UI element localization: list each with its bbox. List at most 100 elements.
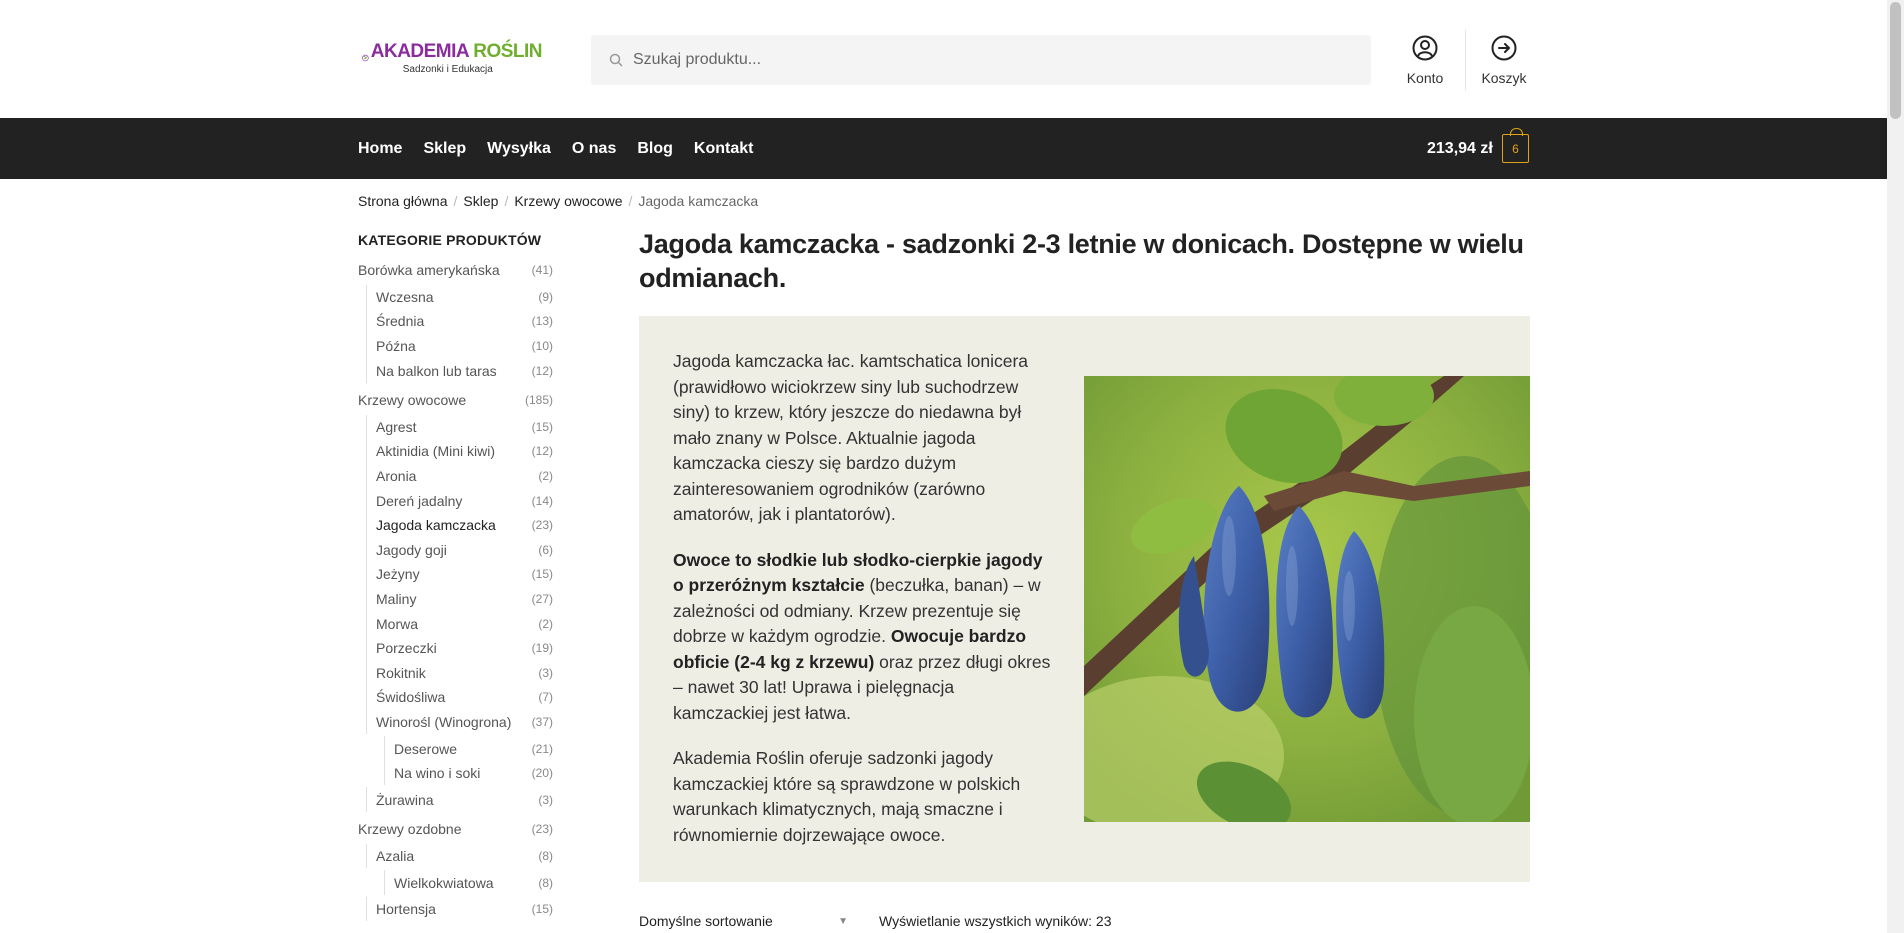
logo-subtitle: Sadzonki i Edukacja: [402, 64, 493, 75]
category-item[interactable]: Aronia (2): [358, 463, 553, 489]
category-name[interactable]: Wczesna: [376, 289, 434, 305]
tree-line: [366, 685, 367, 710]
description-paragraph-1: Jagoda kamczacka łac. kamtschatica lonic…: [673, 351, 1029, 524]
cart-total[interactable]: 213,94 zł: [1427, 118, 1493, 179]
category-item[interactable]: Na balkon lub taras (12): [358, 358, 553, 383]
breadcrumb-separator: /: [504, 193, 509, 209]
result-count: Wyświetlanie wszystkich wyników: 23: [879, 913, 1112, 929]
category-item[interactable]: Jagoda kamczacka (23): [358, 512, 553, 538]
category-name[interactable]: Krzewy ozdobne: [358, 821, 462, 837]
account-link[interactable]: Konto: [1393, 34, 1457, 86]
category-item[interactable]: Krzewy owocowe (185): [358, 388, 553, 413]
breadcrumb-home[interactable]: Strona główna: [358, 193, 448, 209]
search-bar[interactable]: [591, 35, 1371, 85]
category-name[interactable]: Żurawina: [376, 792, 434, 808]
page-scrollbar[interactable]: [1887, 0, 1904, 933]
category-count: (9): [538, 289, 553, 304]
tree-line: [366, 896, 367, 922]
category-name[interactable]: Maliny: [376, 591, 416, 607]
nav-blog[interactable]: Blog: [637, 140, 673, 158]
product-categories-sidebar: KATEGORIE PRODUKTÓW Borówka amerykańska (…: [358, 232, 553, 922]
category-count: (14): [531, 493, 553, 508]
nav-about[interactable]: O nas: [572, 140, 616, 158]
category-item[interactable]: Średnia (13): [358, 309, 553, 334]
sort-select[interactable]: Domyślne sortowanie ▼: [639, 913, 854, 929]
tree-line: [366, 660, 367, 686]
category-name[interactable]: Średnia: [376, 313, 424, 329]
account-label: Konto: [1406, 70, 1444, 86]
category-name[interactable]: Hortensja: [376, 901, 436, 917]
breadcrumb-separator: /: [628, 193, 633, 209]
category-item[interactable]: Późna (10): [358, 333, 553, 359]
category-item[interactable]: Azalia (8): [358, 843, 553, 869]
tree-line: [366, 843, 367, 869]
category-name[interactable]: Jeżyny: [376, 566, 420, 582]
category-name[interactable]: Rokitnik: [376, 665, 426, 681]
category-name[interactable]: Borówka amerykańska: [358, 262, 500, 278]
description-paragraph-2: Owoce to słodkie lub słodko-cierpkie jag…: [673, 549, 1051, 723]
category-item[interactable]: Żurawina (3): [358, 787, 553, 813]
category-name[interactable]: Jagody goji: [376, 542, 447, 558]
category-name[interactable]: Wielkokwiatowa: [394, 875, 494, 891]
category-item[interactable]: Na wino i soki (20): [358, 760, 553, 786]
category-name[interactable]: Winorośl (Winogrona): [376, 714, 511, 730]
category-item[interactable]: Agrest (15): [358, 414, 553, 440]
category-name[interactable]: Aktinidia (Mini kiwi): [376, 443, 495, 459]
nav-shop[interactable]: Sklep: [423, 140, 466, 158]
category-name[interactable]: Agrest: [376, 419, 416, 435]
arrow-right-circle-icon: [1491, 35, 1517, 61]
category-item[interactable]: Rokitnik (3): [358, 660, 553, 686]
tree-line: [366, 635, 367, 661]
category-item[interactable]: Krzewy ozdobne (23): [358, 817, 553, 842]
site-logo[interactable]: AKADEMIA ROŚLIN Sadzonki i Edukacja: [362, 34, 542, 82]
category-name[interactable]: Świdośliwa: [376, 689, 445, 705]
tree-line: [366, 358, 367, 383]
category-item[interactable]: Aktinidia (Mini kiwi) (12): [358, 439, 553, 464]
category-item[interactable]: Świdośliwa (7): [358, 685, 553, 710]
category-item[interactable]: Dereń jadalny (14): [358, 488, 553, 513]
category-name[interactable]: Dereń jadalny: [376, 493, 462, 509]
category-name[interactable]: Na wino i soki: [394, 765, 480, 781]
nav-home[interactable]: Home: [358, 140, 402, 158]
category-item[interactable]: Maliny (27): [358, 586, 553, 612]
category-item[interactable]: Wczesna (9): [358, 284, 553, 310]
tree-line: [366, 537, 367, 563]
category-name[interactable]: Jagoda kamczacka: [376, 517, 496, 533]
breadcrumb-separator: /: [453, 193, 458, 209]
category-count: (185): [524, 393, 553, 408]
category-name[interactable]: Azalia: [376, 848, 414, 864]
breadcrumb-shop[interactable]: Sklep: [463, 193, 498, 209]
category-item[interactable]: Morwa (2): [358, 611, 553, 636]
category-name[interactable]: Na balkon lub taras: [376, 363, 497, 379]
category-name[interactable]: Krzewy owocowe: [358, 392, 466, 408]
category-count: (2): [538, 616, 553, 631]
category-description: Jagoda kamczacka łac. kamtschatica lonic…: [639, 316, 1530, 882]
nav-contact[interactable]: Kontakt: [694, 140, 754, 158]
tree-line: [366, 333, 367, 359]
category-item[interactable]: Wielkokwiatowa (8): [358, 870, 553, 895]
breadcrumb-category[interactable]: Krzewy owocowe: [514, 193, 622, 209]
category-count: (21): [531, 741, 553, 756]
category-item[interactable]: Jeżyny (15): [358, 562, 553, 587]
category-item[interactable]: Deserowe (21): [358, 736, 553, 761]
category-item[interactable]: Hortensja (15): [358, 896, 553, 922]
category-item[interactable]: Porzeczki (19): [358, 635, 553, 661]
category-item[interactable]: Winorośl (Winogrona) (37): [358, 709, 553, 735]
scrollbar-thumb[interactable]: [1890, 2, 1901, 119]
tree-line: [366, 586, 367, 612]
category-name[interactable]: Morwa: [376, 616, 418, 632]
category-name[interactable]: Porzeczki: [376, 640, 437, 656]
description-paragraph-3: Akademia Roślin oferuje sadzonki jagody …: [673, 748, 1021, 845]
category-name[interactable]: Późna: [376, 338, 416, 354]
search-input[interactable]: [633, 51, 1333, 69]
nav-shipping[interactable]: Wysyłka: [487, 140, 551, 158]
category-item[interactable]: Borówka amerykańska (41): [358, 258, 553, 283]
cart-link[interactable]: Koszyk: [1472, 34, 1536, 86]
category-count: (37): [531, 714, 553, 729]
cart-count-badge[interactable]: 6: [1502, 128, 1529, 163]
category-count: (12): [531, 363, 553, 378]
category-name[interactable]: Aronia: [376, 468, 416, 484]
category-list: Borówka amerykańska (41) Wczesna (9) Średnia…: [358, 258, 553, 922]
category-name[interactable]: Deserowe: [394, 741, 457, 757]
category-item[interactable]: Jagody goji (6): [358, 537, 553, 563]
